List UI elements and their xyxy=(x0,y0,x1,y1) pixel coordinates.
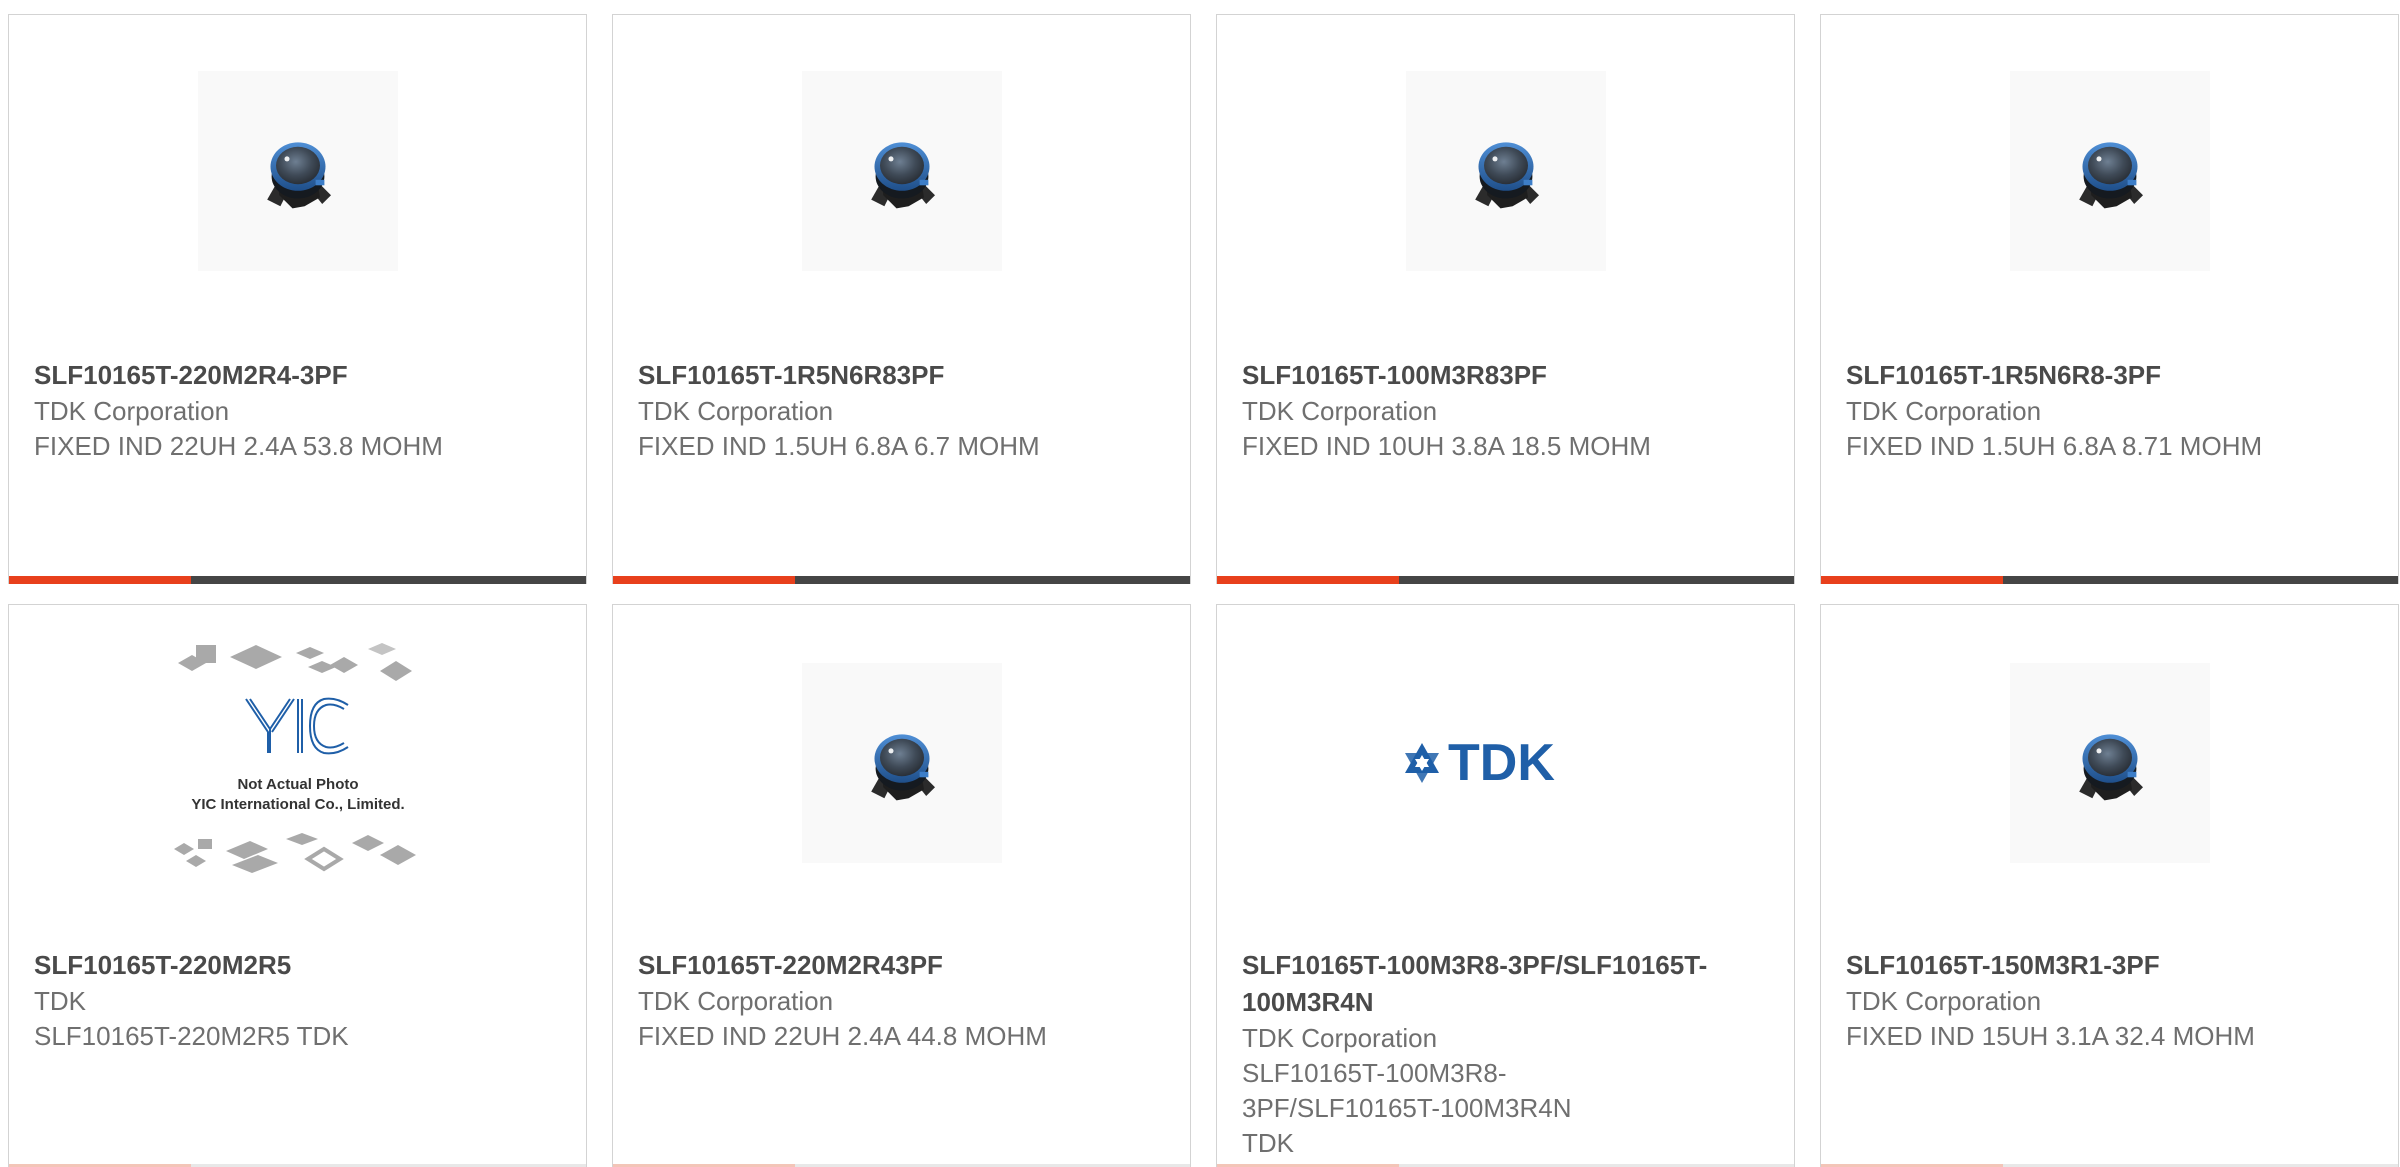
product-title[interactable]: SLF10165T-220M2R43PF xyxy=(638,947,1165,984)
product-image[interactable] xyxy=(613,71,1190,271)
product-description: SLF10165T-100M3R8-3PF/SLF10165T-100M3R4N… xyxy=(1242,1058,1572,1158)
inductor-icon xyxy=(847,116,957,226)
svg-text:Not Actual Photo: Not Actual Photo xyxy=(237,776,358,793)
product-card[interactable]: SLF10165T-100M3R83PF TDK Corporation FIX… xyxy=(1216,14,1795,584)
product-description: FIXED IND 1.5UH 6.8A 8.71 MOHM xyxy=(1846,431,2263,461)
product-card[interactable]: SLF10165T-220M2R43PF TDK Corporation FIX… xyxy=(612,604,1191,1167)
card-accent-bar xyxy=(9,576,586,584)
product-manufacturer: TDK Corporation xyxy=(638,396,834,426)
inductor-icon xyxy=(243,116,353,226)
product-title[interactable]: SLF10165T-100M3R83PF xyxy=(1242,357,1769,394)
product-manufacturer: TDK Corporation xyxy=(1242,396,1438,426)
inductor-icon xyxy=(847,708,957,818)
inductor-icon xyxy=(1451,116,1561,226)
not-actual-photo-placeholder: Not Actual Photo YIC International Co., … xyxy=(173,643,416,873)
product-title[interactable]: SLF10165T-150M3R1-3PF xyxy=(1846,947,2373,984)
svg-text:YIC International Co., Limited: YIC International Co., Limited. xyxy=(191,796,404,813)
inductor-icon xyxy=(2055,708,2165,818)
product-title[interactable]: SLF10165T-220M2R4-3PF xyxy=(34,357,561,394)
product-image[interactable] xyxy=(613,663,1190,863)
product-card[interactable]: SLF10165T-150M3R1-3PF TDK Corporation FI… xyxy=(1820,604,2399,1167)
product-manufacturer: TDK Corporation xyxy=(1242,1023,1438,1053)
product-manufacturer: TDK xyxy=(34,986,86,1016)
product-image[interactable] xyxy=(1821,663,2398,863)
product-description: SLF10165T-220M2R5 TDK xyxy=(34,1021,349,1051)
product-manufacturer: TDK Corporation xyxy=(638,986,834,1016)
product-description: FIXED IND 10UH 3.8A 18.5 MOHM xyxy=(1242,431,1651,461)
product-card[interactable]: SLF10165T-1R5N6R83PF TDK Corporation FIX… xyxy=(612,14,1191,584)
product-image[interactable] xyxy=(9,71,586,271)
product-description: FIXED IND 1.5UH 6.8A 6.7 MOHM xyxy=(638,431,1040,461)
product-description: FIXED IND 22UH 2.4A 44.8 MOHM xyxy=(638,1021,1047,1051)
product-manufacturer: TDK Corporation xyxy=(1846,986,2042,1016)
product-image[interactable] xyxy=(1821,71,2398,271)
product-manufacturer: TDK Corporation xyxy=(1846,396,2042,426)
svg-text:TDK: TDK xyxy=(1448,734,1555,792)
product-title[interactable]: SLF10165T-100M3R8-3PF/SLF10165T-100M3R4N xyxy=(1242,947,1769,1021)
inductor-icon xyxy=(2055,116,2165,226)
product-title[interactable]: SLF10165T-220M2R5 xyxy=(34,947,561,984)
product-image[interactable]: Not Actual Photo YIC International Co., … xyxy=(9,643,586,873)
product-card[interactable]: SLF10165T-1R5N6R8-3PF TDK Corporation FI… xyxy=(1820,14,2399,584)
product-title[interactable]: SLF10165T-1R5N6R83PF xyxy=(638,357,1165,394)
product-card[interactable]: Not Actual Photo YIC International Co., … xyxy=(8,604,587,1167)
product-manufacturer: TDK Corporation xyxy=(34,396,230,426)
product-description: FIXED IND 22UH 2.4A 53.8 MOHM xyxy=(34,431,443,461)
card-accent-bar xyxy=(1821,576,2398,584)
tdk-logo: TDK xyxy=(1404,734,1555,792)
product-card[interactable]: TDK SLF10165T-100M3R8-3PF/SLF10165T-100M… xyxy=(1216,604,1795,1167)
product-description: FIXED IND 15UH 3.1A 32.4 MOHM xyxy=(1846,1021,2255,1051)
product-title[interactable]: SLF10165T-1R5N6R8-3PF xyxy=(1846,357,2373,394)
product-image[interactable]: TDK xyxy=(1217,663,1794,863)
card-accent-bar xyxy=(613,576,1190,584)
product-card[interactable]: SLF10165T-220M2R4-3PF TDK Corporation FI… xyxy=(8,14,587,584)
card-accent-bar xyxy=(1217,576,1794,584)
product-image[interactable] xyxy=(1217,71,1794,271)
